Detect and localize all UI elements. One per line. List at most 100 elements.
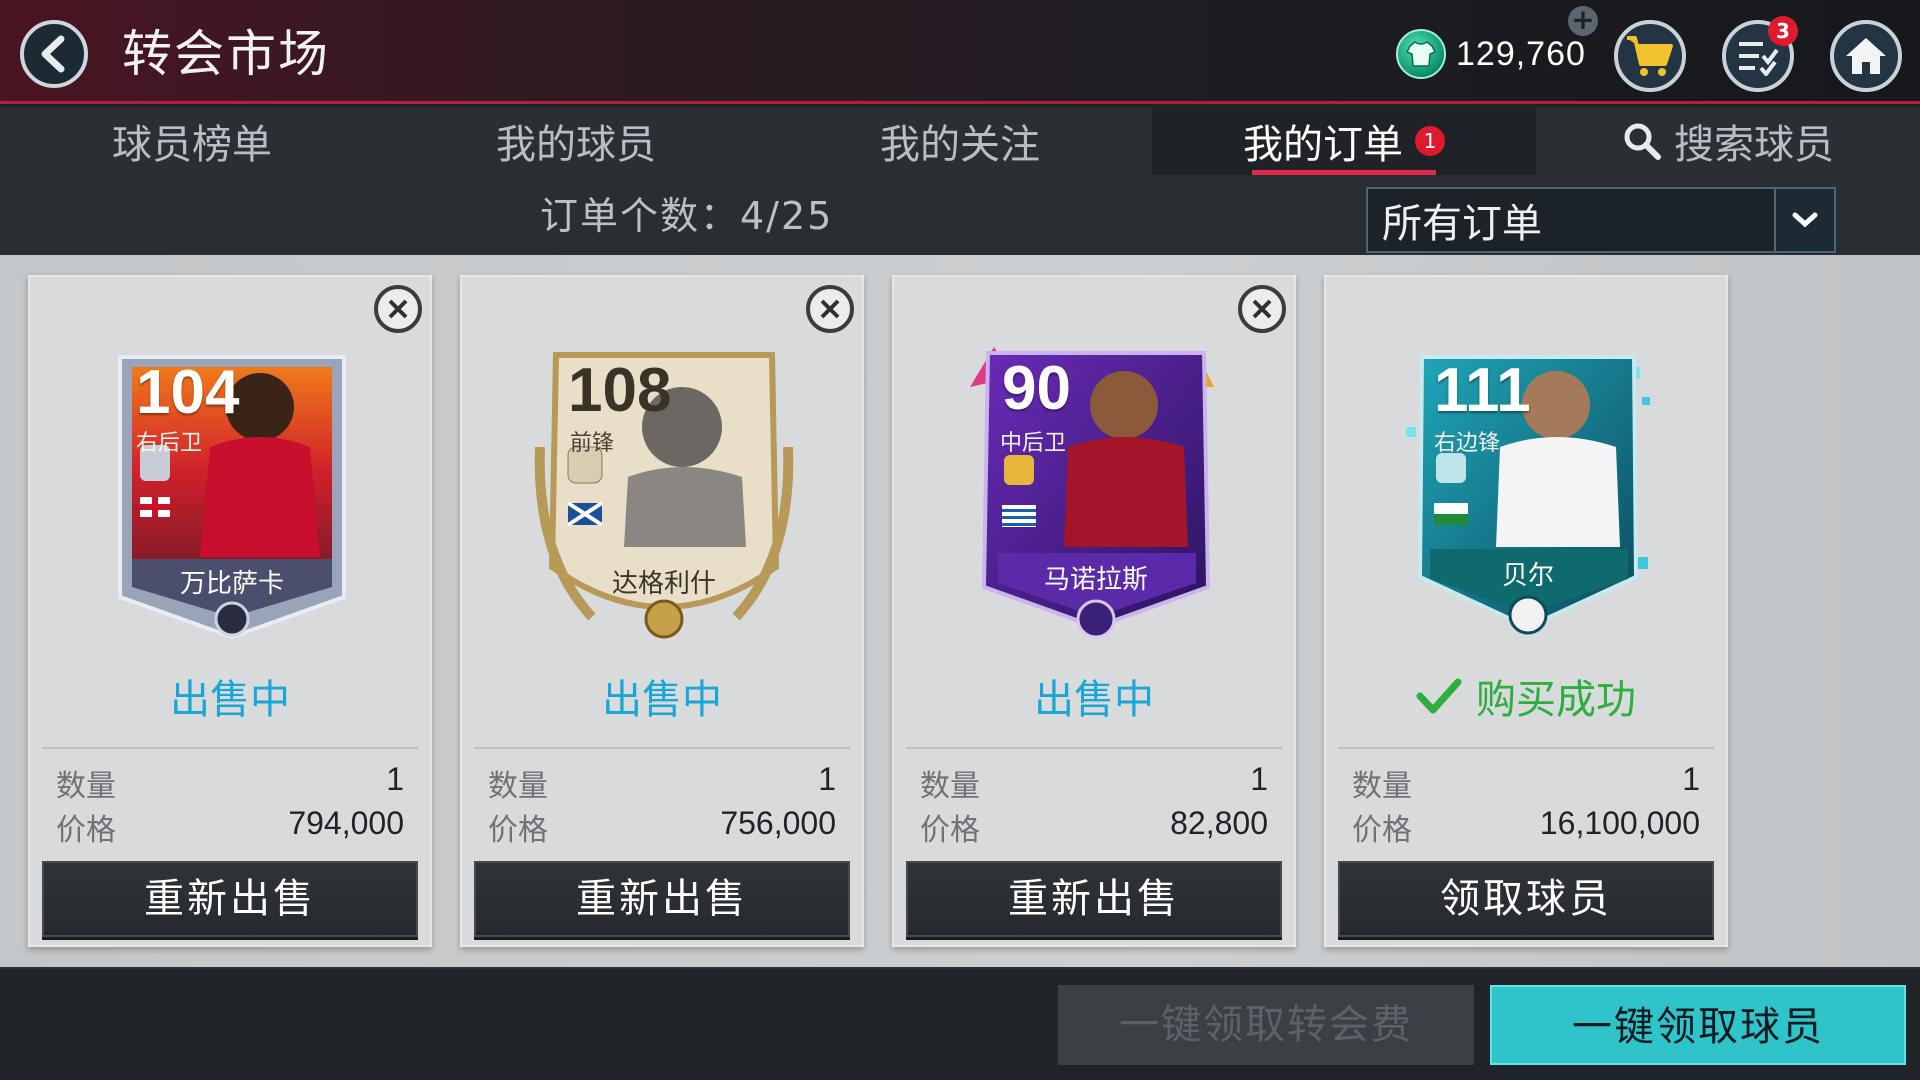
divider: [474, 747, 850, 749]
close-icon: [388, 299, 408, 319]
price-label: 价格: [920, 813, 980, 848]
order-status: 出售中: [1034, 677, 1154, 723]
claim-all-players-button[interactable]: 一键领取球员: [1490, 985, 1906, 1065]
relist-button[interactable]: 重新出售: [906, 861, 1282, 937]
price-value: 794,000: [288, 805, 404, 841]
tab-label: 我的订单: [1243, 122, 1403, 168]
price-value: 16,100,000: [1539, 805, 1700, 841]
page-title: 转会市场: [122, 25, 330, 83]
order-count: 订单个数：4/25: [540, 194, 834, 238]
player-name: 马诺拉斯: [1043, 565, 1148, 595]
relist-button[interactable]: 重新出售: [474, 861, 850, 937]
tasks-badge: 3: [1768, 16, 1798, 46]
relist-button[interactable]: 重新出售: [42, 861, 418, 937]
quantity-label: 数量: [488, 769, 548, 804]
quantity-label: 数量: [1352, 769, 1412, 804]
player-position: 右后卫: [136, 431, 203, 456]
home-button[interactable]: [1830, 20, 1902, 92]
dropdown-selected: 所有订单: [1382, 201, 1542, 247]
player-rating: 111: [1434, 356, 1531, 425]
order-status: 出售中: [602, 677, 722, 723]
player-name: 贝尔: [1501, 561, 1554, 591]
currency-value: 129,760: [1456, 34, 1586, 73]
bottom-action-bar: 一键领取转会费 一键领取球员: [0, 967, 1920, 1080]
order-status: 出售中: [170, 677, 290, 723]
order-status-label: 购买成功: [1476, 677, 1636, 723]
cancel-order-button[interactable]: [374, 285, 422, 333]
quantity-value: 1: [1250, 761, 1268, 797]
price-label: 价格: [488, 813, 548, 848]
tab-player-rankings[interactable]: 球员榜单: [0, 107, 384, 175]
home-icon: [1846, 38, 1886, 74]
cancel-order-button[interactable]: [806, 285, 854, 333]
divider: [42, 747, 418, 749]
price-row: 价格 756,000: [488, 805, 836, 849]
search-icon: [1624, 123, 1661, 160]
price-row: 价格 794,000: [56, 805, 404, 849]
top-bar: 转会市场 129,760 + 3: [0, 0, 1920, 104]
divider: [906, 747, 1282, 749]
chevron-down-icon[interactable]: [1774, 189, 1834, 251]
player-card-image: 111 右边锋 贝尔: [1396, 327, 1660, 647]
orders-badge: 1: [1415, 126, 1445, 156]
tab-label: 搜索球员: [1674, 122, 1834, 168]
tab-my-watchlist[interactable]: 我的关注: [768, 107, 1152, 175]
checkmark-icon: [1416, 678, 1462, 714]
player-rating: 104: [136, 358, 240, 427]
add-currency-icon[interactable]: +: [1568, 6, 1598, 36]
claim-all-fees-button[interactable]: 一键领取转会费: [1058, 985, 1474, 1065]
tab-my-orders[interactable]: 我的订单 1: [1152, 107, 1536, 175]
quantity-row: 数量 1: [920, 761, 1268, 805]
filter-bar: 订单个数：4/25 所有订单: [0, 175, 1920, 255]
quantity-row: 数量 1: [488, 761, 836, 805]
player-card-image: 104 右后卫 万比萨卡: [100, 327, 364, 647]
player-card-image: 90 中后卫 马诺拉斯: [964, 327, 1228, 647]
order-filter-dropdown[interactable]: 所有订单: [1366, 187, 1836, 253]
order-card: 111 右边锋 贝尔 购买成功 数量 1 价格 16,100,000 领取球员: [1324, 275, 1728, 947]
tab-my-players[interactable]: 我的球员: [384, 107, 768, 175]
quantity-label: 数量: [56, 769, 116, 804]
price-label: 价格: [56, 813, 116, 848]
orders-area: 104 右后卫 万比萨卡 出售中 数量 1 价格 794,000 重新出售 10…: [0, 255, 1920, 967]
jersey-coin-icon: [1396, 29, 1446, 79]
close-icon: [1252, 299, 1272, 319]
price-value: 82,800: [1170, 805, 1268, 841]
player-name: 万比萨卡: [179, 569, 284, 599]
quantity-label: 数量: [920, 769, 980, 804]
order-card: 104 右后卫 万比萨卡 出售中 数量 1 价格 794,000 重新出售: [28, 275, 432, 947]
player-name: 达格利什: [611, 569, 716, 599]
quantity-row: 数量 1: [56, 761, 404, 805]
quantity-value: 1: [1682, 761, 1700, 797]
divider: [1338, 747, 1714, 749]
tasks-menu-button[interactable]: 3: [1722, 16, 1798, 92]
price-row: 价格 82,800: [920, 805, 1268, 849]
quantity-value: 1: [818, 761, 836, 797]
player-position: 中后卫: [1000, 431, 1067, 456]
claim-player-button[interactable]: 领取球员: [1338, 861, 1714, 937]
quantity-value: 1: [386, 761, 404, 797]
price-value: 756,000: [720, 805, 836, 841]
back-button[interactable]: [20, 20, 88, 88]
player-rating: 90: [1002, 354, 1071, 423]
tab-label: 球员榜单: [112, 122, 272, 168]
player-card-image: 108 前锋 达格利什: [532, 327, 796, 647]
player-position: 前锋: [570, 431, 615, 456]
cart-icon: [1627, 36, 1673, 76]
cancel-order-button[interactable]: [1238, 285, 1286, 333]
tab-label: 我的关注: [880, 122, 1040, 168]
quantity-row: 数量 1: [1352, 761, 1700, 805]
order-card: 108 前锋 达格利什 出售中 数量 1 价格 756,000 重新出售: [460, 275, 864, 947]
close-icon: [820, 299, 840, 319]
price-label: 价格: [1352, 813, 1412, 848]
order-card: 90 中后卫 马诺拉斯 出售中 数量 1 价格 82,800 重新出售: [892, 275, 1296, 947]
tab-search-players[interactable]: 搜索球员: [1536, 107, 1920, 175]
player-rating: 108: [568, 356, 672, 425]
tab-bar: 球员榜单 我的球员 我的关注 我的订单 1 搜索球员: [0, 107, 1920, 175]
cart-button[interactable]: [1614, 20, 1686, 92]
chevron-left-icon: [41, 35, 65, 73]
price-row: 价格 16,100,000: [1352, 805, 1700, 849]
tab-label: 我的球员: [496, 122, 656, 168]
order-status: 购买成功: [1326, 667, 1726, 725]
currency-display: 129,760: [1396, 24, 1586, 84]
player-position: 右边锋: [1434, 431, 1501, 456]
